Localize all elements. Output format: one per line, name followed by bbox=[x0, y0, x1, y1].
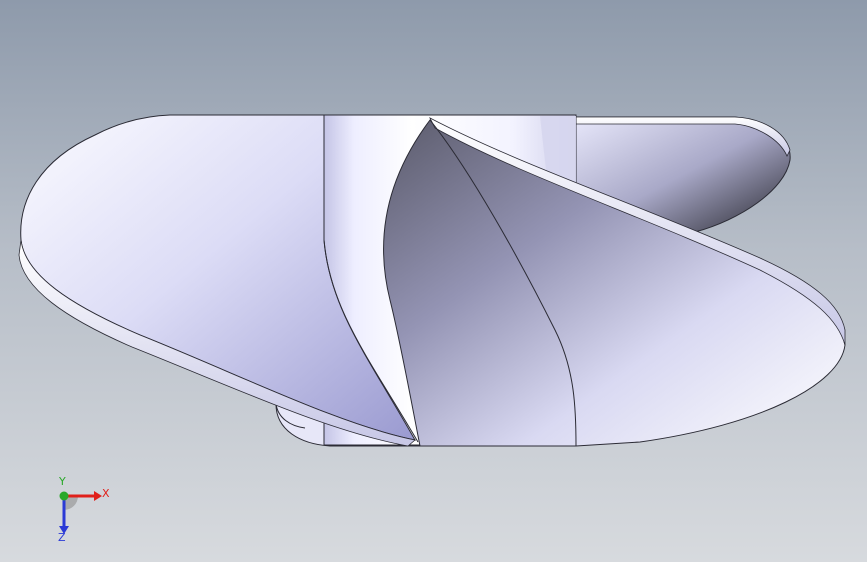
x-axis-arrowhead bbox=[94, 491, 102, 501]
triad-arrows bbox=[59, 491, 102, 534]
y-axis-dot bbox=[59, 491, 69, 501]
y-axis-label: Y bbox=[59, 475, 66, 488]
z-axis-label: Z bbox=[58, 531, 66, 544]
graphics-viewport[interactable]: X Y Z bbox=[0, 0, 867, 562]
x-axis-label: X bbox=[102, 487, 110, 500]
propeller-model[interactable] bbox=[0, 0, 867, 562]
coordinate-triad: X Y Z bbox=[44, 476, 124, 550]
